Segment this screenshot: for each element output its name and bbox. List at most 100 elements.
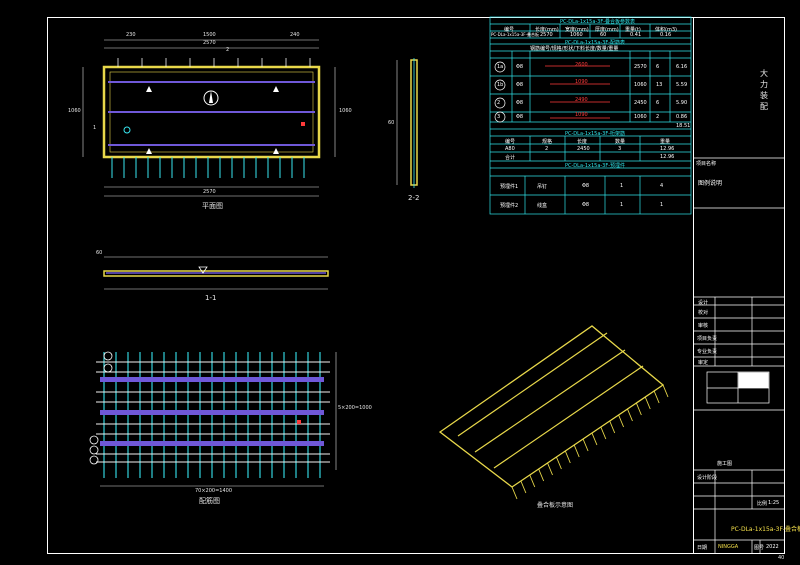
lift-point-icon [273, 148, 279, 154]
iso-rebar-stub [644, 396, 651, 410]
dim-thickness: 60 [96, 250, 103, 256]
plan-view-title: 平面图 [202, 202, 223, 210]
title-block-grid [693, 157, 784, 553]
table2-cell: 0.86 [676, 114, 688, 120]
rebar-callout-circle [89, 445, 99, 455]
stage-label: 设计阶段 [697, 475, 718, 481]
table2-cell: 6.16 [676, 64, 688, 70]
table2-cell: 3 [497, 114, 501, 120]
table3-title: PC-DLa-1x15a-3F-桁架筋 [565, 131, 626, 137]
table4-cell: 预埋件2 [500, 203, 519, 209]
section-mark-2: 2 [226, 47, 230, 53]
table2-cell: 2450 [634, 100, 647, 106]
table1-title: PC-DLa-1x15a-3F-叠合板参数表 [560, 19, 636, 25]
dim-segment-a: 230 [126, 32, 136, 38]
section-1-1-view [103, 256, 329, 290]
table1-cell: 2570 [540, 32, 553, 38]
iso-slab-outline [438, 325, 665, 488]
iso-rebar-stub [529, 474, 536, 488]
table2-cell: 1090 [575, 79, 588, 85]
iso-truss-1 [457, 332, 608, 437]
section-2-2-view [396, 58, 418, 188]
table1-cell: PC-DLa-1x15a-3F-叠合板 [491, 32, 540, 37]
embedded-part-circle [123, 126, 131, 134]
table4-cell: Φ8 [582, 183, 590, 189]
iso-rebar-stub [591, 432, 598, 446]
table4-cell: Φ8 [582, 202, 590, 208]
iso-rebar-stub [538, 468, 545, 482]
dim-total-top: 2570 [203, 40, 216, 46]
lift-point-icon [146, 86, 152, 92]
drawing-title: PC-DLa-1x15a-3F-叠合板 [731, 526, 800, 533]
iso-rebar-stub [600, 426, 607, 440]
table3-cell: A80 [505, 146, 515, 152]
section-2-2-title: 2-2 [408, 194, 420, 202]
table2-cell: Φ8 [516, 100, 524, 106]
title-row-label: 校对 [698, 310, 709, 316]
iso-rebar-stub [609, 420, 616, 434]
title-row-label: 项目负责 [697, 336, 718, 342]
plan-rebar-stubs [111, 157, 305, 178]
isometric-title: 叠合板示意图 [537, 502, 574, 509]
iso-rebar-stub [662, 384, 669, 398]
table4-title: PC-DLa-1x15a-3F-预埋件 [565, 163, 626, 169]
table3-header: 数量 [615, 139, 626, 145]
rebar-callout-circle [103, 351, 113, 361]
table3-header: 规格 [542, 139, 553, 145]
section-1-1-title: 1-1 [205, 294, 217, 302]
iso-rebar-stub [520, 480, 527, 494]
iso-truss-3 [493, 365, 644, 469]
company-name: 大力装配 [760, 69, 768, 111]
table3-cell: 12.96 [660, 154, 675, 160]
iso-rebar-stub [547, 462, 553, 476]
dim-total-bottom: 2570 [203, 189, 216, 195]
table3-cell: 12.96 [660, 146, 675, 152]
iso-rebar-stub [618, 414, 625, 428]
dim-side-left: 1060 [68, 108, 81, 114]
legend-fill [738, 372, 769, 388]
table2-cell: 2490 [575, 97, 588, 103]
table2-cell: Φ8 [516, 82, 524, 88]
dim-segment-c: 240 [290, 32, 300, 38]
sheet-label: 图号 [754, 545, 765, 551]
iso-rebar-stub [627, 408, 633, 422]
table2-cell: 2570 [634, 64, 647, 70]
table1-cell: 1060 [570, 32, 583, 38]
table2-cell: Φ8 [516, 114, 524, 120]
scale-value: 1:25 [768, 500, 780, 506]
lift-point-icon [273, 86, 279, 92]
dim-segment-b: 1500 [203, 32, 216, 38]
rebar-callout-circle [89, 455, 99, 465]
rebar-plan-truss-1 [100, 377, 324, 382]
table2-cell: 1090 [575, 112, 588, 118]
drawing-frame-outer [47, 17, 785, 554]
table1-header: 厚度(mm) [595, 27, 619, 33]
scale-label: 比例 [757, 501, 768, 507]
north-arrow-needle [209, 91, 213, 103]
table4-cell: 1 [620, 202, 624, 208]
table2-cell: 2 [497, 100, 501, 106]
iso-rebar-stub [564, 450, 571, 464]
lift-point-icon [146, 148, 152, 154]
title-row-label: 审定 [698, 360, 709, 366]
title-row-label: 设计 [698, 300, 709, 306]
project-label: 项目名称 [696, 161, 717, 167]
table2-cell: 6 [656, 100, 660, 106]
plan-view [82, 39, 336, 197]
table3-cell: 2450 [577, 146, 590, 152]
dim-side-right: 1060 [339, 108, 352, 114]
table3-cell: 3 [618, 146, 622, 152]
dim-height: 60 [388, 120, 395, 126]
remark-label: 图例说明 [698, 180, 723, 187]
sheet-value: 2022 [766, 544, 779, 550]
table4-cell: 1 [620, 183, 624, 189]
table2-cell: 1b [497, 82, 504, 88]
iso-rebar-stub [555, 456, 562, 470]
table2-total: 18.51 [676, 123, 691, 129]
rebar-callout-circle [103, 363, 113, 373]
table2-cell: 2 [656, 114, 660, 120]
embedded-part-mark [301, 122, 305, 126]
table1-cell: 60 [600, 32, 607, 38]
table2-cell: 13 [656, 82, 663, 88]
table3-header: 长度 [577, 139, 588, 145]
